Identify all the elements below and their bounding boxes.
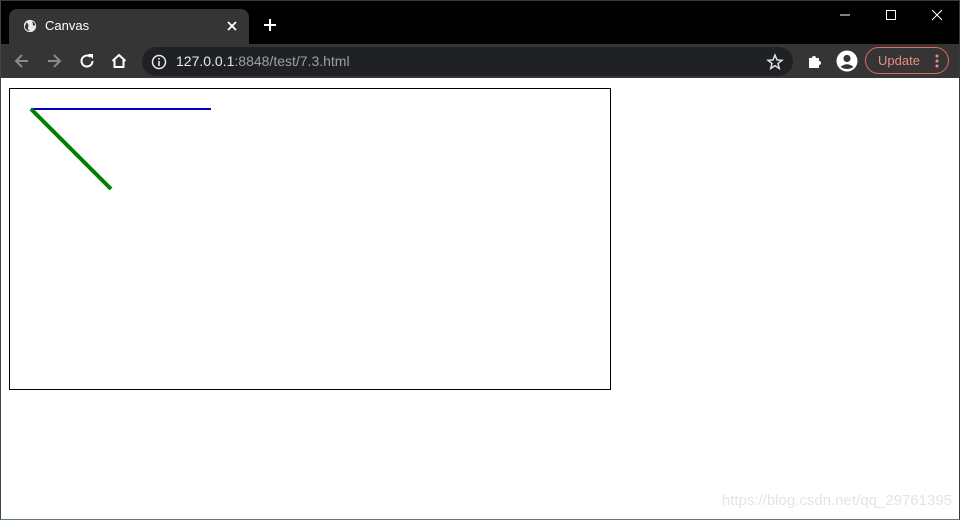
- tab-title: Canvas: [45, 18, 90, 33]
- url-path: :8848/test/7.3.html: [234, 53, 350, 69]
- star-icon[interactable]: [766, 53, 784, 71]
- arrow-right-icon: [48, 54, 62, 68]
- extensions-button[interactable]: [805, 51, 825, 71]
- green-line: [29, 107, 113, 191]
- globe-icon: [23, 19, 37, 33]
- url-text[interactable]: 127.0.0.1:8848/test/7.3.html: [176, 53, 350, 70]
- maximize-button[interactable]: [868, 0, 914, 30]
- more-vert-icon: [935, 54, 939, 68]
- url-host: 127.0.0.1: [176, 53, 235, 69]
- update-button[interactable]: Update: [865, 47, 949, 74]
- home-button[interactable]: [109, 51, 129, 71]
- plus-icon[interactable]: [262, 17, 278, 33]
- minimize-button[interactable]: [822, 0, 868, 30]
- info-icon[interactable]: [151, 54, 167, 70]
- forward-button[interactable]: [44, 51, 64, 71]
- puzzle-icon: [809, 56, 821, 68]
- browser-toolbar: 127.0.0.1:8848/test/7.3.html Update: [0, 44, 960, 78]
- address-bar[interactable]: 127.0.0.1:8848/test/7.3.html: [142, 47, 793, 76]
- canvas-drawing: [29, 107, 211, 191]
- back-button[interactable]: [12, 51, 32, 71]
- window-close-button[interactable]: [914, 0, 960, 30]
- minimize-icon: [840, 14, 850, 16]
- arrow-left-icon: [14, 54, 28, 68]
- close-icon[interactable]: [225, 19, 239, 33]
- watermark: https://blog.csdn.net/qq_29761395: [721, 492, 952, 509]
- drawing-canvas: [9, 88, 611, 390]
- reload-button[interactable]: [77, 51, 97, 71]
- home-icon: [111, 53, 127, 68]
- profile-button[interactable]: [836, 50, 858, 72]
- maximize-icon: [886, 10, 896, 20]
- reload-icon: [80, 54, 94, 68]
- update-label: Update: [878, 53, 920, 68]
- account-icon: [836, 50, 858, 72]
- tab-strip: Canvas: [0, 0, 960, 44]
- close-window-icon: [931, 9, 943, 21]
- tab-canvas[interactable]: Canvas: [9, 9, 249, 44]
